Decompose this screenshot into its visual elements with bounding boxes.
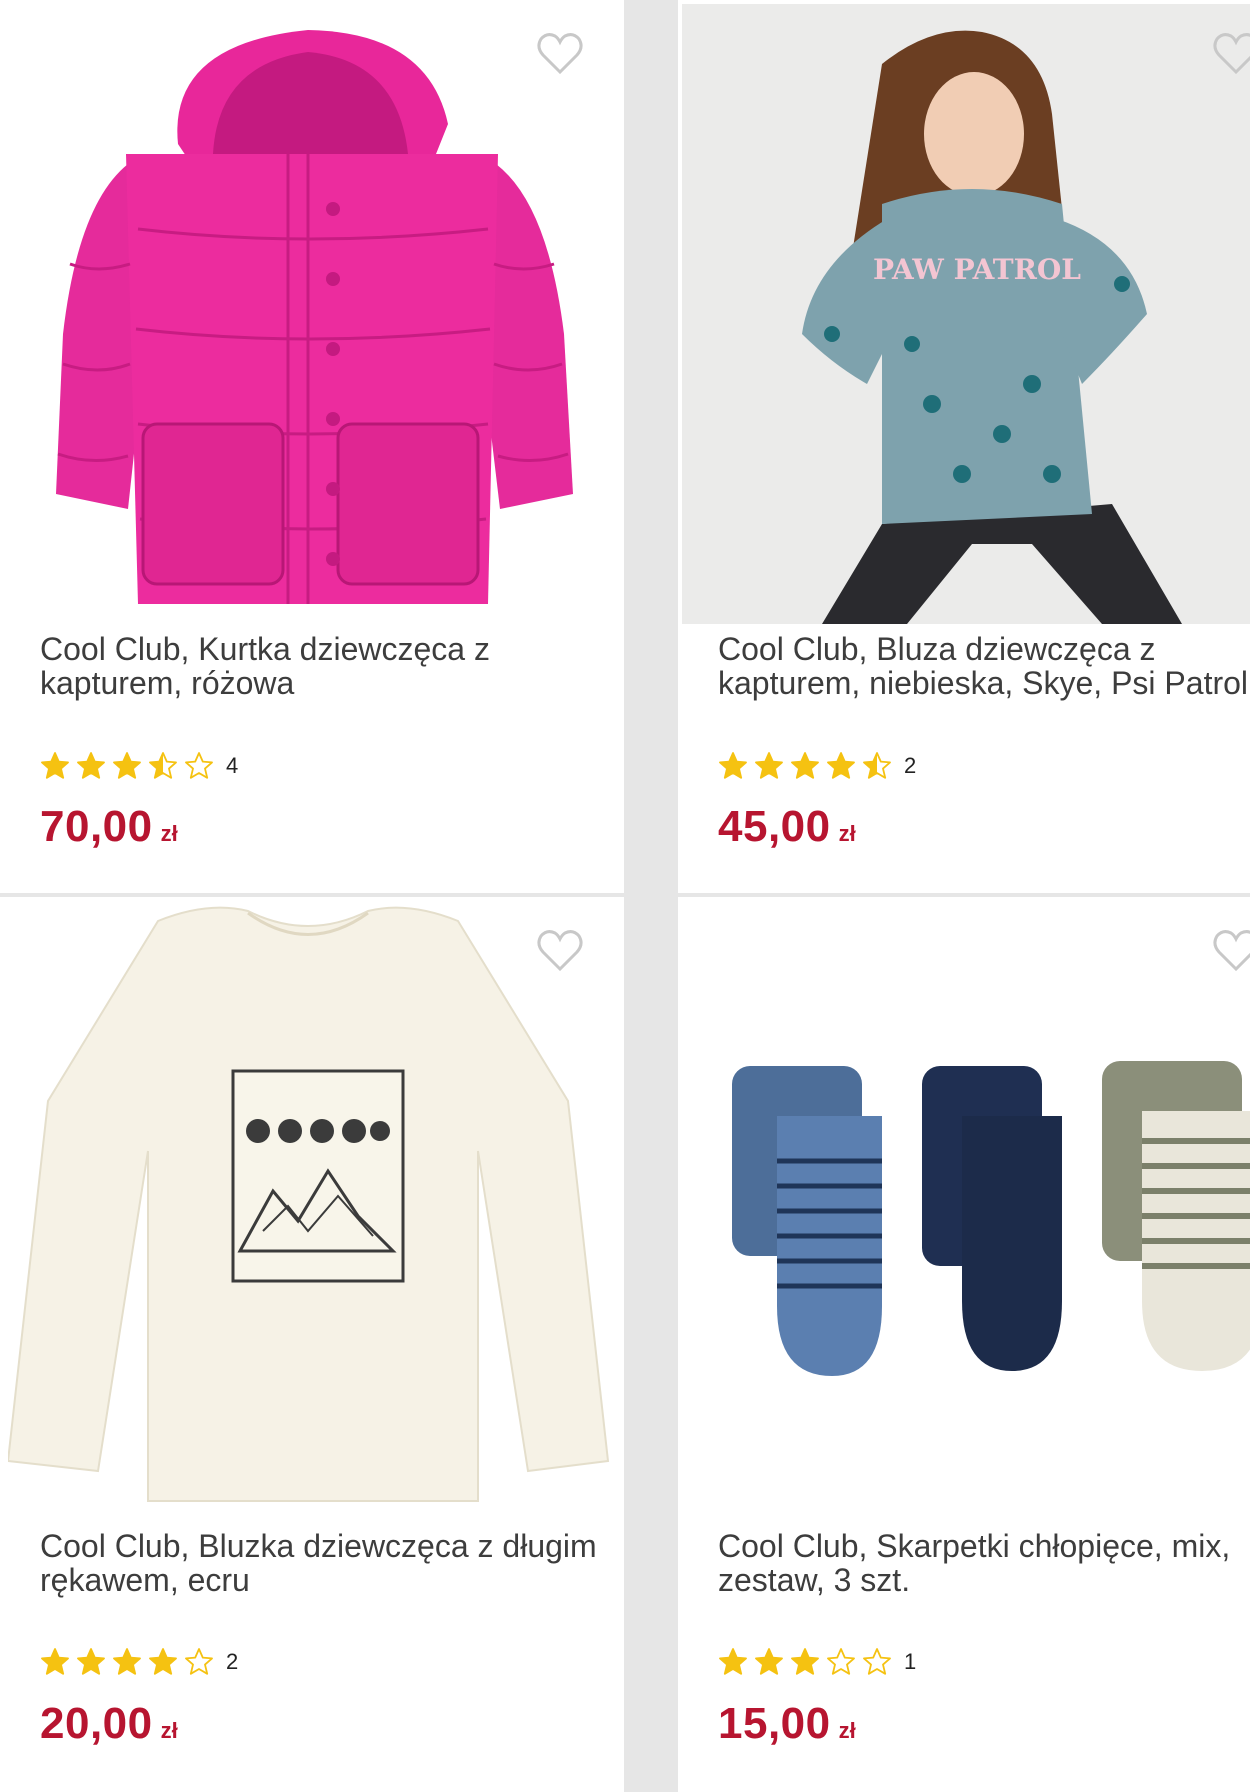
star-rating	[718, 1647, 892, 1677]
product-card[interactable]: PAW PATROL Cool Club, Bluza dziewczęca z…	[678, 0, 1250, 893]
price-amount: 45,00	[718, 802, 831, 851]
rating: 1	[718, 1645, 916, 1679]
price: 20,00 zł	[40, 1699, 178, 1749]
star-rating	[40, 1647, 214, 1677]
product-title[interactable]: Cool Club, Bluza dziewczęca z kapturem, …	[718, 632, 1250, 700]
price-amount: 15,00	[718, 1699, 831, 1748]
product-card[interactable]: Cool Club, Kurtka dziewczęca z kapturem,…	[0, 0, 624, 893]
star-filled-icon	[755, 1648, 783, 1675]
rating-count: 4	[226, 753, 239, 778]
star-filled-icon	[113, 752, 141, 779]
price: 45,00 zł	[718, 802, 856, 852]
price-currency: zł	[160, 821, 178, 846]
star-filled-icon	[827, 752, 855, 779]
heart-icon[interactable]	[536, 30, 584, 76]
price-currency: zł	[838, 821, 856, 846]
price-amount: 70,00	[40, 802, 153, 851]
ecru-long-sleeve-shirt-image[interactable]	[8, 901, 616, 1521]
heart-icon[interactable]	[536, 927, 584, 973]
product-card[interactable]: Cool Club, Skarpetki chłopięce, mix, zes…	[678, 897, 1250, 1792]
star-filled-icon	[719, 752, 747, 779]
price-amount: 20,00	[40, 1699, 153, 1748]
star-filled-icon	[41, 1648, 69, 1675]
star-empty-icon	[863, 1648, 891, 1675]
star-half-icon	[149, 752, 177, 779]
hoodie-print-text: PAW PATROL	[873, 253, 1081, 286]
price: 70,00 zł	[40, 802, 178, 852]
product-title[interactable]: Cool Club, Kurtka dziewczęca z kapturem,…	[40, 632, 600, 700]
star-filled-icon	[77, 1648, 105, 1675]
product-card[interactable]: Cool Club, Bluzka dziewczęca z długim rę…	[0, 897, 624, 1792]
rating-count: 1	[904, 1649, 917, 1674]
pink-puffer-jacket-image[interactable]	[8, 4, 616, 624]
rating-count: 2	[904, 753, 917, 778]
product-title[interactable]: Cool Club, Skarpetki chłopięce, mix, zes…	[718, 1529, 1250, 1597]
star-filled-icon	[755, 752, 783, 779]
rating: 2	[718, 749, 916, 783]
star-empty-icon	[827, 1648, 855, 1675]
star-filled-icon	[791, 1648, 819, 1675]
rating: 4	[40, 749, 238, 783]
heart-icon[interactable]	[1212, 30, 1250, 76]
price-currency: zł	[160, 1718, 178, 1743]
heart-icon[interactable]	[1212, 927, 1250, 973]
star-filled-icon	[791, 752, 819, 779]
product-title[interactable]: Cool Club, Bluzka dziewczęca z długim rę…	[40, 1529, 600, 1597]
rating-count: 2	[226, 1649, 239, 1674]
product-grid: Cool Club, Kurtka dziewczęca z kapturem,…	[0, 0, 1250, 1792]
star-half-icon	[863, 752, 891, 779]
star-filled-icon	[719, 1648, 747, 1675]
star-empty-icon	[185, 752, 213, 779]
star-rating	[40, 751, 214, 781]
three-pairs-socks-image[interactable]	[682, 901, 1250, 1521]
star-filled-icon	[77, 752, 105, 779]
star-empty-icon	[185, 1648, 213, 1675]
star-filled-icon	[149, 1648, 177, 1675]
star-filled-icon	[113, 1648, 141, 1675]
price-currency: zł	[838, 1718, 856, 1743]
girl-in-blue-hoodie-image[interactable]: PAW PATROL	[682, 4, 1250, 624]
star-filled-icon	[41, 752, 69, 779]
rating: 2	[40, 1645, 238, 1679]
star-rating	[718, 751, 892, 781]
price: 15,00 zł	[718, 1699, 856, 1749]
